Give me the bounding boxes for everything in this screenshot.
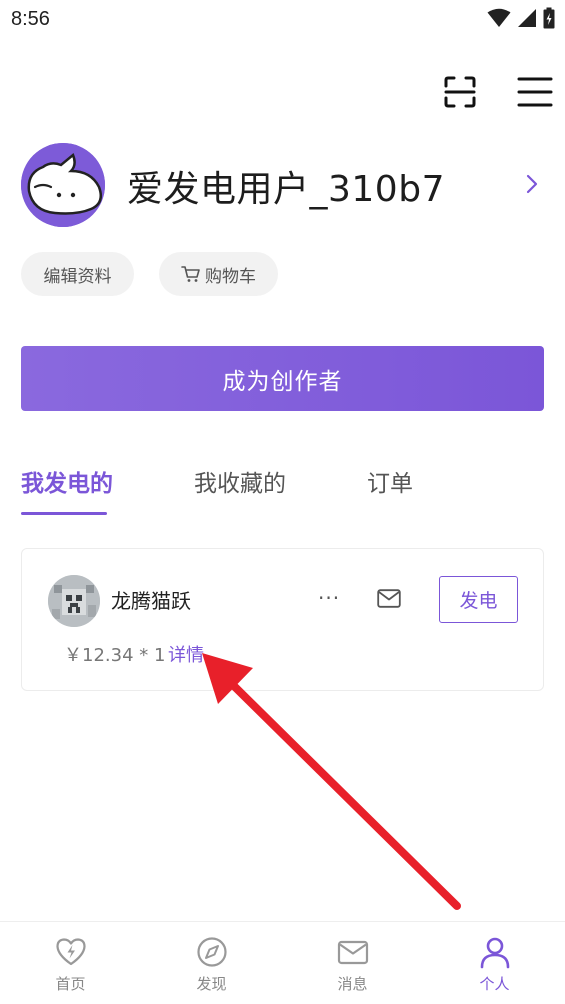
compass-icon <box>196 937 227 967</box>
username[interactable]: 爱发电用户_310b7 <box>127 160 445 212</box>
profile-detail-button[interactable] <box>522 172 542 196</box>
tab-favorites[interactable]: 我收藏的 <box>194 464 286 498</box>
nav-home-label: 首页 <box>55 975 86 993</box>
become-creator-button[interactable]: 成为创作者 <box>21 346 544 411</box>
nav-discover[interactable]: 发现 <box>141 922 282 1004</box>
hamburger-menu-icon <box>517 77 553 107</box>
message-creator-button[interactable] <box>377 589 401 608</box>
status-icons <box>487 7 555 29</box>
creator-avatar[interactable] <box>48 575 100 627</box>
nav-messages[interactable]: 消息 <box>282 922 423 1004</box>
status-time: 8:56 <box>11 8 50 30</box>
nav-home[interactable]: 首页 <box>0 922 141 1004</box>
sponsor-label: 发电 <box>459 590 498 612</box>
chevron-right-icon <box>526 174 538 194</box>
mail-icon <box>337 940 368 965</box>
bottom-nav: 首页 发现 消息 个人 <box>0 921 565 1004</box>
creator-avatar-image <box>48 575 100 627</box>
menu-button[interactable] <box>517 76 553 108</box>
default-avatar-icon <box>21 143 105 227</box>
active-tab-indicator <box>21 512 107 515</box>
nav-discover-label: 发现 <box>196 975 227 993</box>
cart-button[interactable]: 购物车 <box>159 252 278 296</box>
sponsor-detail-link[interactable]: 详情 <box>168 641 204 667</box>
wifi-icon <box>487 8 511 27</box>
creator-name[interactable]: 龙腾猫跃 <box>111 585 191 614</box>
nav-messages-label: 消息 <box>337 975 368 993</box>
tab-orders[interactable]: 订单 <box>367 464 413 498</box>
cart-label: 购物车 <box>205 266 256 287</box>
edit-profile-label: 编辑资料 <box>43 266 112 287</box>
more-options-button[interactable]: ··· <box>318 586 340 610</box>
nav-profile-label: 个人 <box>479 975 510 993</box>
cart-icon <box>181 266 200 282</box>
sponsored-creator-card: 龙腾猫跃 ··· 发电 ￥12.34 * 1 详情 <box>21 548 544 691</box>
become-creator-label: 成为创作者 <box>222 368 343 395</box>
scan-icon <box>444 76 476 108</box>
scan-button[interactable] <box>443 75 477 109</box>
mail-icon <box>377 589 401 608</box>
cellular-signal-icon <box>518 9 536 27</box>
sponsor-button[interactable]: 发电 <box>439 576 518 623</box>
edit-profile-button[interactable]: 编辑资料 <box>21 252 134 296</box>
person-icon <box>480 937 509 969</box>
nav-profile[interactable]: 个人 <box>424 922 565 1004</box>
user-avatar[interactable] <box>21 143 105 227</box>
battery-icon <box>543 7 555 29</box>
status-bar: 8:56 <box>0 0 565 40</box>
sponsor-amount: ￥12.34 * 1 <box>64 645 166 666</box>
heart-bolt-icon <box>55 938 86 966</box>
tab-sponsored[interactable]: 我发电的 <box>21 464 113 498</box>
